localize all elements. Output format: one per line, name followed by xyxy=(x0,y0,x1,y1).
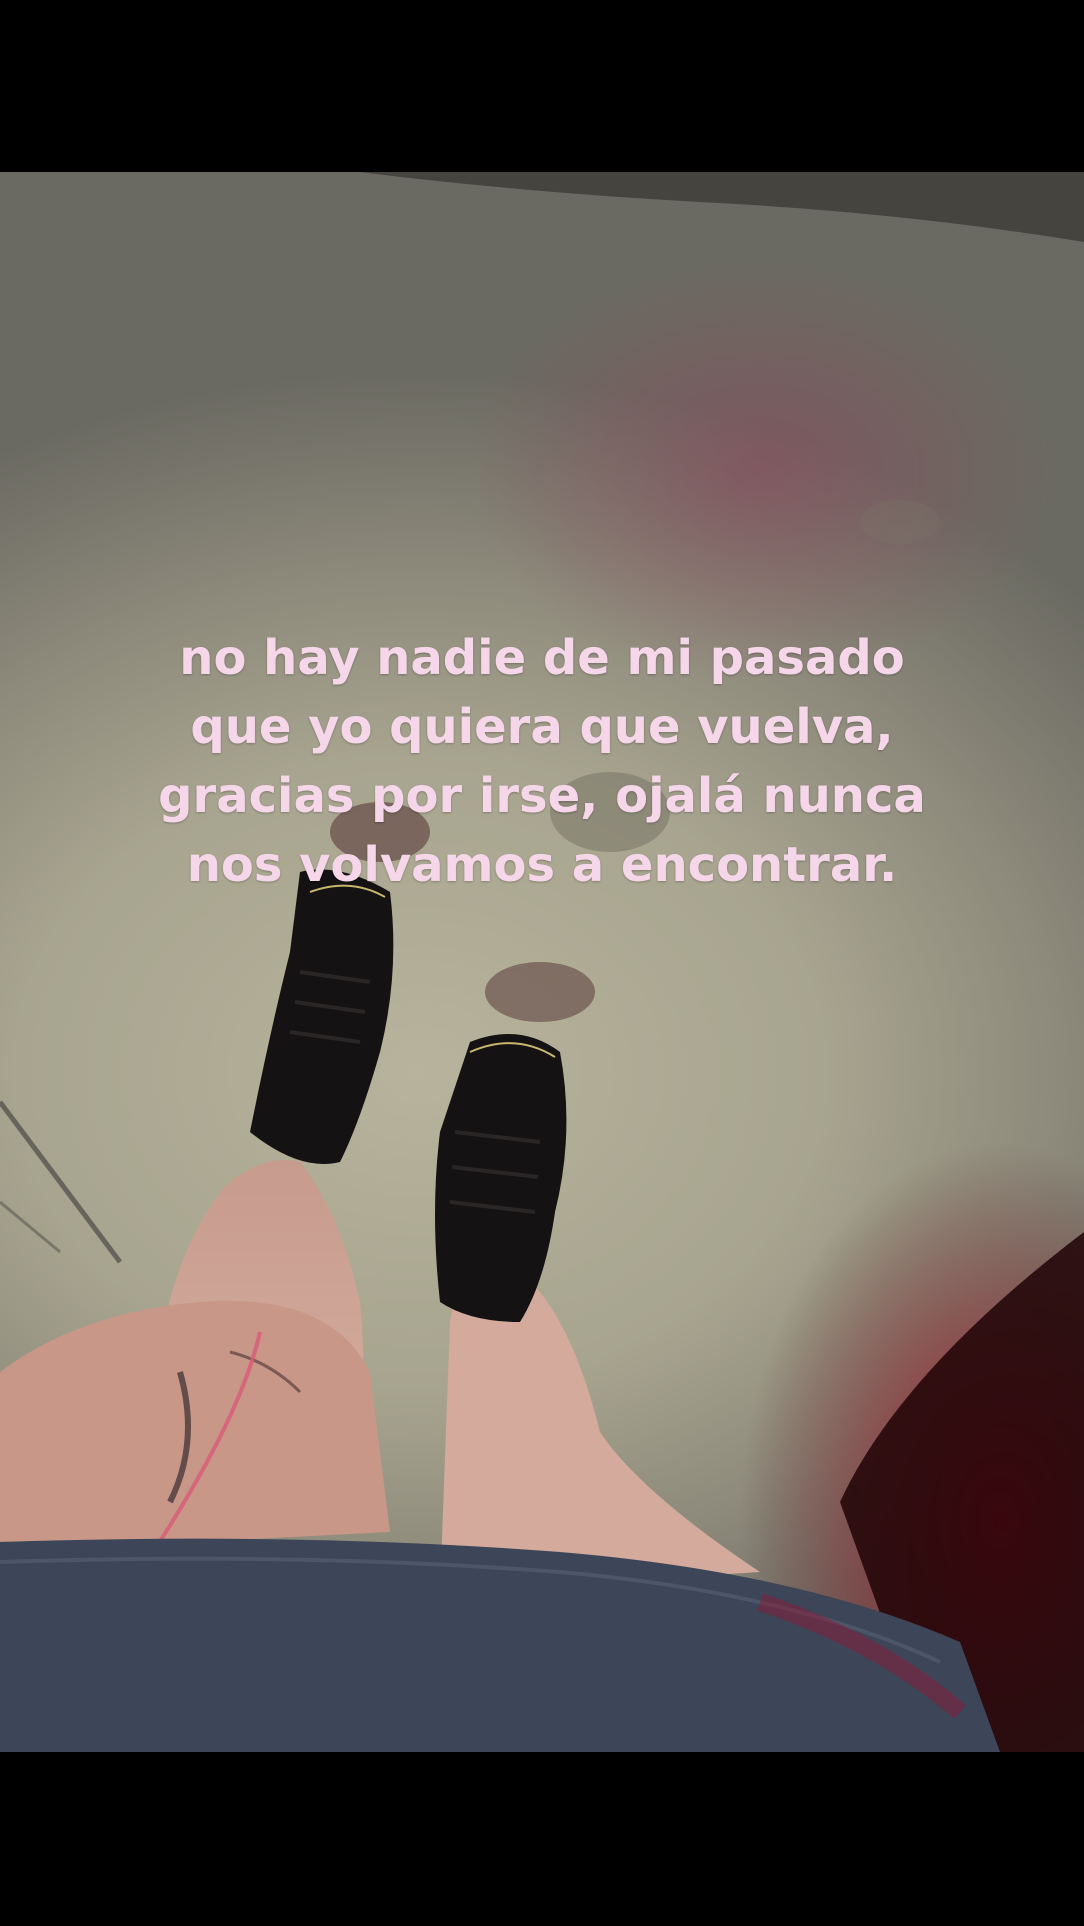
photo-illustration xyxy=(0,172,1084,1752)
caption-line-4: nos volvamos a encontrar. xyxy=(186,837,898,893)
caption-line-3: gracias por irse, ojalá nunca xyxy=(158,768,926,824)
background-photo: no hay nadie de mi pasado que yo quiera … xyxy=(0,172,1084,1752)
caption-line-1: no hay nadie de mi pasado xyxy=(179,630,905,686)
top-letterbox xyxy=(0,0,1084,172)
bottom-letterbox xyxy=(0,1752,1084,1926)
caption-overlay: no hay nadie de mi pasado que yo quiera … xyxy=(120,624,964,900)
caption-line-2: que yo quiera que vuelva, xyxy=(190,699,894,755)
